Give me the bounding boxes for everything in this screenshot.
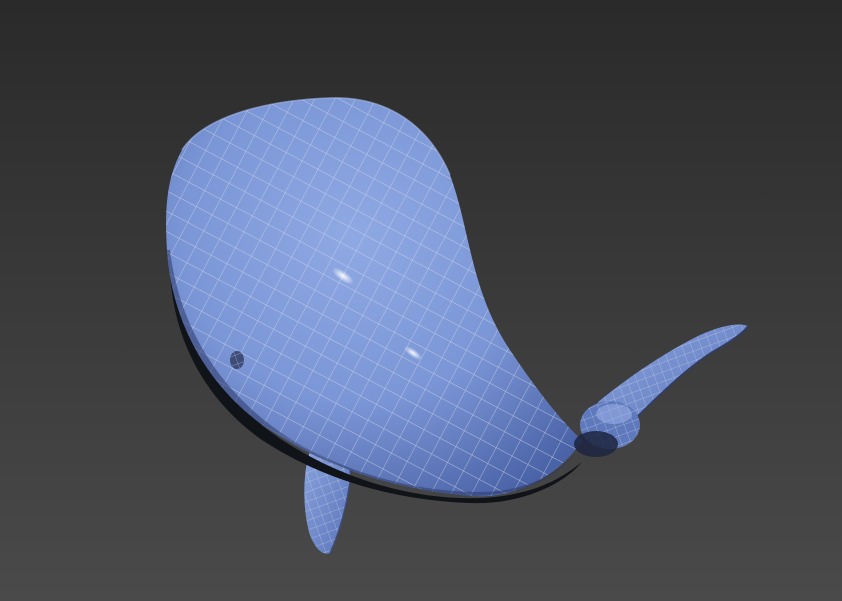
- 3d-viewport[interactable]: [0, 0, 842, 601]
- eye[interactable]: [230, 351, 244, 369]
- viewport-canvas[interactable]: [0, 0, 842, 601]
